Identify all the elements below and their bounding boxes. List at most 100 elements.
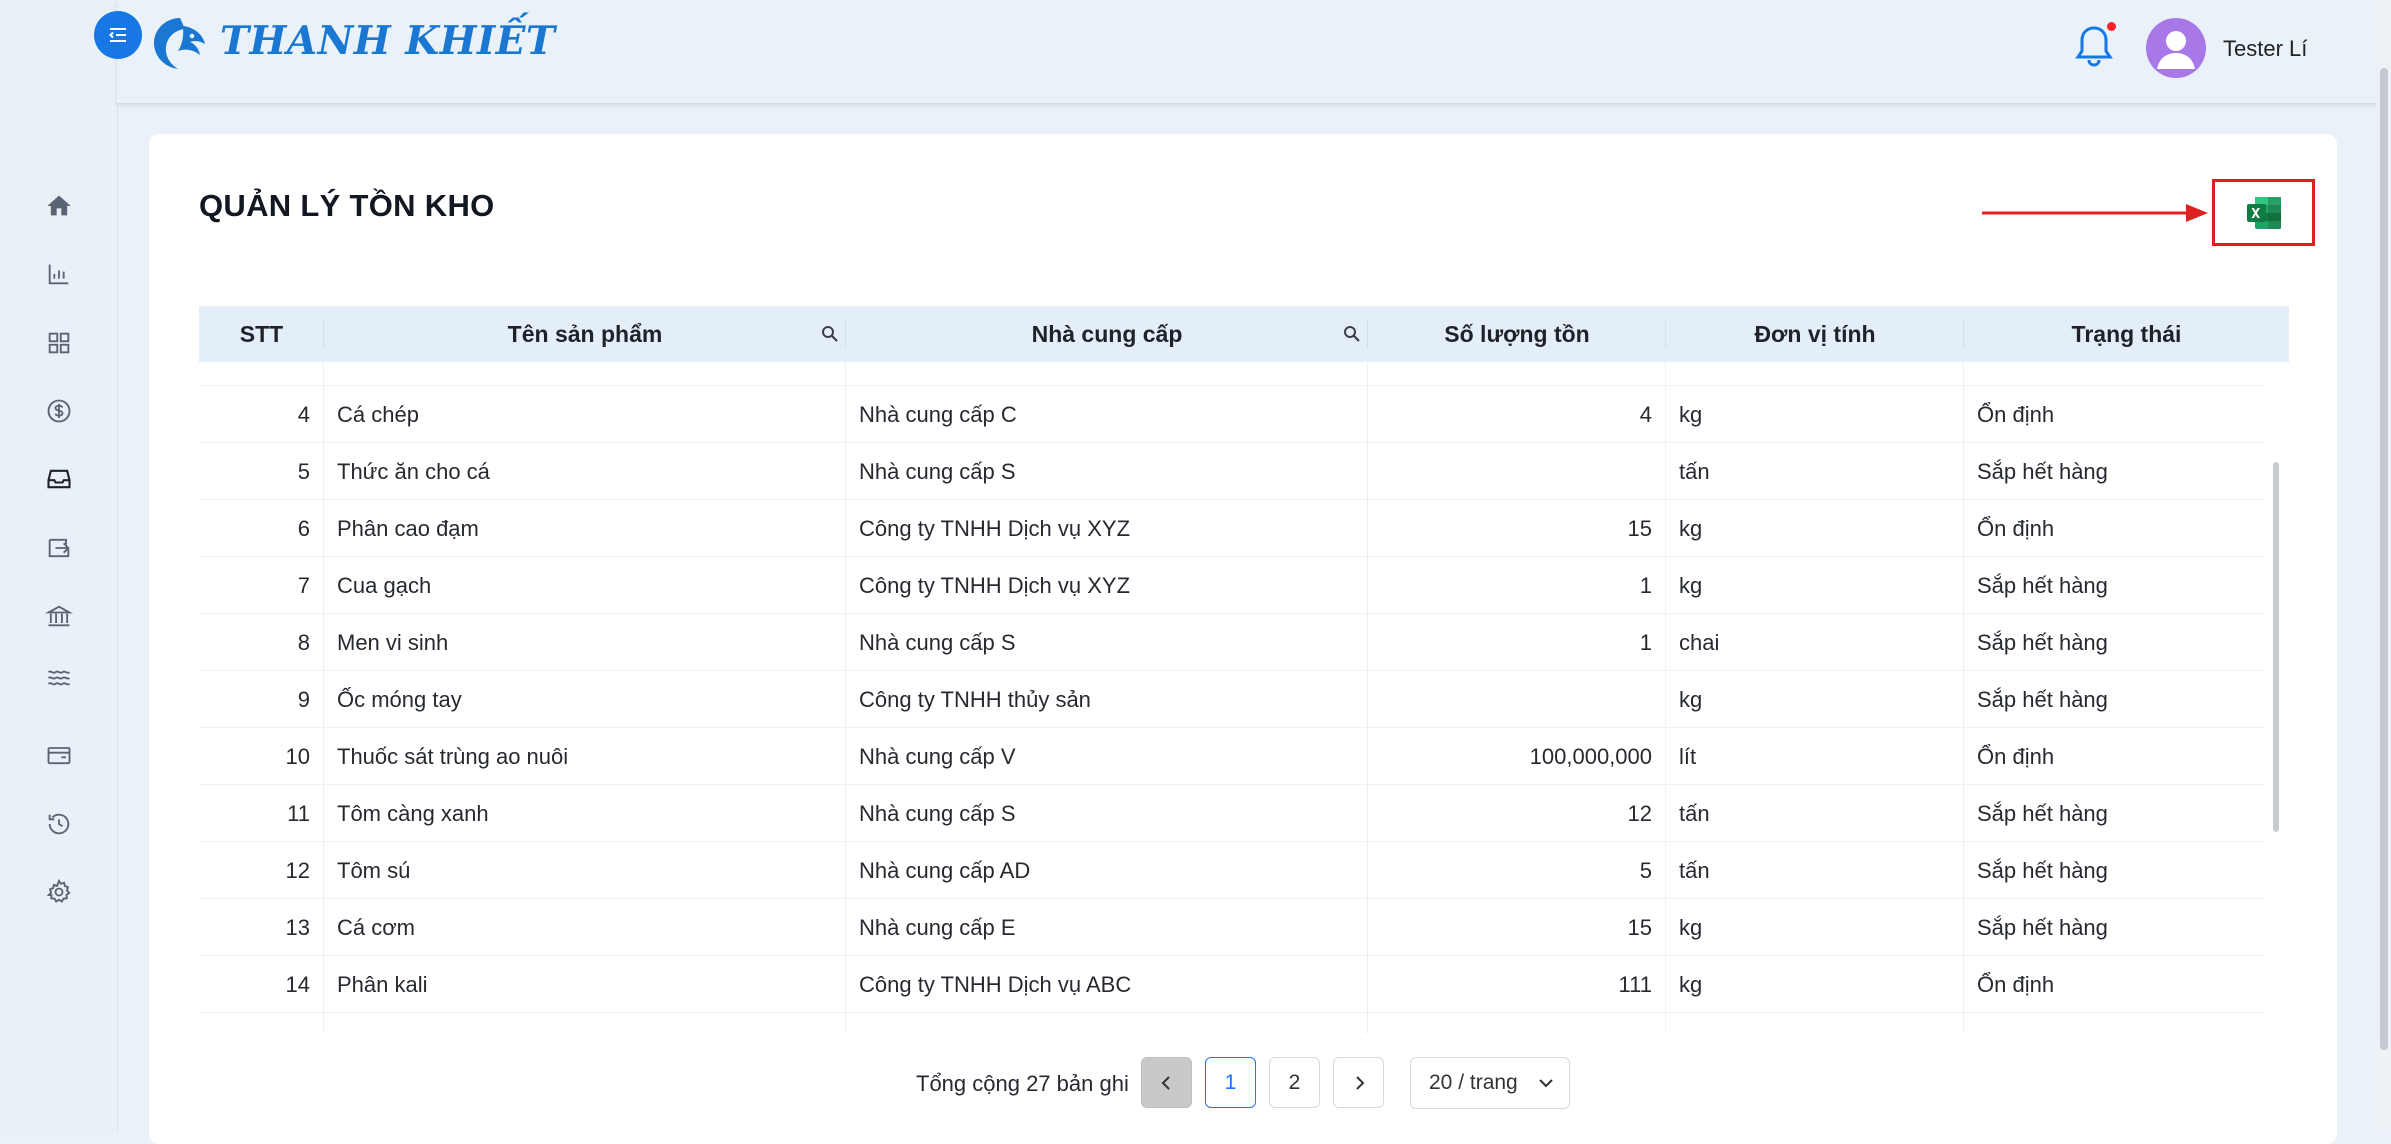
page-2-button[interactable]: 2 [1269,1057,1320,1108]
annotation-arrow [1982,204,2208,222]
column-header-label: Trạng thái [2071,320,2182,347]
column-header-label: Nhà cung cấp [1031,320,1183,347]
table-row[interactable]: 10 Thuốc sát trùng ao nuôi Nhà cung cấp V1… [199,728,2264,785]
column-header-status: Trạng thái [1964,306,2289,362]
search-icon[interactable] [1342,324,1362,344]
table-row[interactable]: 9 Ốc móng tay Công ty TNHH thủy sản kg Sắp h… [199,671,2264,728]
menu-toggle-button[interactable] [94,11,142,59]
chevron-down-icon [1539,1079,1553,1088]
cell-product-name: Phân kali [324,956,846,1013]
cell-stt: 8 [199,614,324,671]
next-page-button[interactable] [1333,1057,1384,1108]
table-row-partial [199,362,2264,386]
cell-product-name: Thuốc sát trùng ao nuôi [324,728,846,785]
sidebar [0,0,118,1132]
cell-status: Sắp hết hàng [1977,857,2108,883]
table-row[interactable]: 13 Cá cơm Nhà cung cấp E 15 kg Sắp hết hàng [199,899,2264,956]
cell-quantity: 111 [1368,956,1666,1013]
table-row[interactable]: 4 Cá chép Nhà cung cấp C 4 kg Ổn định [199,386,2264,443]
cell-stt: 4 [199,386,324,443]
cell-unit: tấn [1666,443,1964,500]
inbox-icon[interactable] [40,460,78,498]
menu-fold-icon [109,28,126,42]
cell-unit: kg [1666,557,1964,614]
user-avatar[interactable] [2146,18,2206,78]
table-header: STT Tên sản phẩm Nhà cung cấp Số lượng t… [199,306,2289,362]
cell-product-name: Cá chép [324,386,846,443]
prev-page-button[interactable] [1141,1057,1192,1108]
cell-status: Sắp hết hàng [1977,629,2108,655]
cell-stt: 12 [199,842,324,899]
cell-product-name: Ốc móng tay [324,671,846,728]
cell-status: Sắp hết hàng [1977,686,2108,712]
dashboard-grid-icon[interactable] [40,324,78,362]
empty-cell [1368,1013,1666,1034]
cell-unit: kg [1666,500,1964,557]
table-body: 4 Cá chép Nhà cung cấp C 4 kg Ổn định 5 Thức ăn… [199,362,2264,1034]
table-row[interactable]: 5 Thức ăn cho cá Nhà cung cấp S tấn Sắp hết … [199,443,2264,500]
cell-status: Sắp hết hàng [1977,572,2108,598]
cell-supplier: Công ty TNHH Dịch vụ XYZ [846,557,1368,614]
cell-quantity: 1 [1368,557,1666,614]
bank-icon[interactable] [40,597,78,635]
page-scrollbar[interactable] [2377,0,2391,1132]
search-icon[interactable] [820,324,840,344]
dollar-circle-icon[interactable] [40,392,78,430]
table-row[interactable]: 7 Cua gạch Công ty TNHH Dịch vụ XYZ 1 kg Sắp … [199,557,2264,614]
cell-supplier: Nhà cung cấp S [846,614,1368,671]
table-scrollbar-thumb[interactable] [2273,462,2279,832]
history-clock-icon[interactable] [40,805,78,843]
logo-text: THANH KHIẾT [220,18,556,64]
table-scrollbar[interactable] [2273,362,2281,1034]
cell-quantity: 5 [1368,842,1666,899]
table-row[interactable]: 12 Tôm sú Nhà cung cấp AD 5 tấn Sắp hết hàng [199,842,2264,899]
cell-product-name: Cua gạch [324,557,846,614]
page-1-button[interactable]: 1 [1205,1057,1256,1108]
column-header-label: Tên sản phẩm [507,320,663,347]
cell-supplier: Công ty TNHH Dịch vụ XYZ [846,500,1368,557]
table-row[interactable]: 6 Phân cao đạm Công ty TNHH Dịch vụ XYZ 15 k… [199,500,2264,557]
user-icon [2157,31,2195,69]
cell-supplier: Nhà cung cấp V [846,728,1368,785]
water-waves-icon[interactable] [40,659,78,697]
cell-status: Ổn định [1977,401,2055,427]
settings-gear-icon[interactable] [40,873,78,911]
export-excel-button[interactable] [2212,179,2315,246]
cell-supplier: Nhà cung cấp S [846,785,1368,842]
cell-stt: 5 [199,443,324,500]
table-row[interactable]: 14 Phân kali Công ty TNHH Dịch vụ ABC 111 kg… [199,956,2264,1013]
cell-unit: chai [1666,614,1964,671]
cell-stt: 9 [199,671,324,728]
cell-unit: kg [1666,386,1964,443]
table-row[interactable]: 11 Tôm càng xanh Nhà cung cấp S 12 tấn Sắp hế… [199,785,2264,842]
wallet-icon[interactable] [40,736,78,774]
empty-cell [846,1013,1368,1034]
cell-quantity: 4 [1368,386,1666,443]
home-icon[interactable] [40,187,78,225]
table-row[interactable]: 8 Men vi sinh Nhà cung cấp S 1 chai Sắp hết h… [199,614,2264,671]
cell-quantity: 100,000,000 [1368,728,1666,785]
empty-cell [324,1013,846,1034]
page-scrollbar-thumb[interactable] [2380,68,2388,1050]
chevron-right-icon [1355,1075,1364,1090]
page-size-select[interactable]: 20 / trang [1410,1057,1570,1109]
cell-status: Ổn định [1977,743,2055,769]
empty-cell [1964,1013,2264,1034]
cell-unit: lít [1666,728,1964,785]
cell-quantity: 12 [1368,785,1666,842]
cell-supplier: Nhà cung cấp AD [846,842,1368,899]
cell-quantity: 15 [1368,500,1666,557]
cell-unit: tấn [1666,785,1964,842]
cell-status: Ổn định [1977,515,2055,541]
cell-unit: kg [1666,956,1964,1013]
cell-stt: 13 [199,899,324,956]
excel-icon [2246,196,2281,229]
column-header-product-name: Tên sản phẩm [324,306,846,362]
total-records: Tổng cộng 27 bản ghi [916,1071,1129,1096]
import-export-icon[interactable] [40,529,78,567]
page-title: QUẢN LÝ TỒN KHO [199,188,495,223]
empty-cell [199,1013,324,1034]
bar-chart-icon[interactable] [40,255,78,293]
username[interactable]: Tester Lí [2223,36,2307,62]
column-header-stt: STT [199,306,324,362]
